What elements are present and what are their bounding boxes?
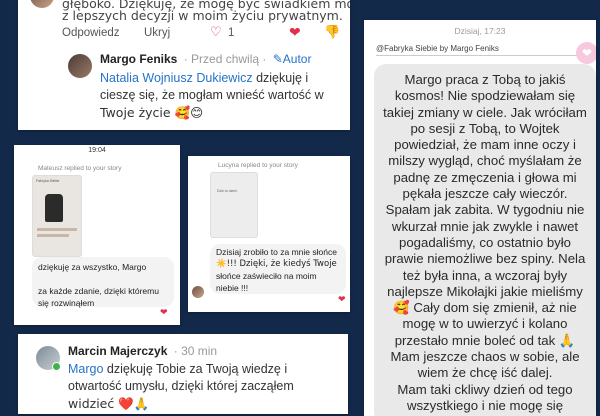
comment-text-part: otwartość umysłu, dzięki której zacząłem xyxy=(68,379,294,393)
message-body: Margo praca z Tobą to jakiś kosmos! Nie s… xyxy=(378,72,592,416)
story-header: Lucyna replied to your story xyxy=(218,162,298,169)
message-bubble: Dzisiaj zrobiło to za mnie słońce ☀️!!! … xyxy=(210,244,346,294)
message-timestamp: Dzisiaj, 17:23 xyxy=(454,26,506,36)
comment-card-bottom: Marcin Majerczyk · 30 min Margo dziękuję… xyxy=(18,334,348,414)
heart-icon[interactable]: ❤ xyxy=(338,294,346,305)
message-line: niebie !!! xyxy=(216,283,249,293)
message-line: się rozwinąłem xyxy=(38,298,95,308)
comment-actions: Odpowiedz Ukryj ♡ 1 ❤ 👎 xyxy=(62,24,342,44)
message-line: po sesji z Tobą, to Wojtek xyxy=(410,120,560,136)
message-line: za każde zdanie, dzięki któremu xyxy=(38,286,159,296)
reply-meta: · Przed chwilą · xyxy=(183,52,267,66)
message-line: mogę w to uwierzyć i kolano xyxy=(402,316,568,332)
dislike-icon[interactable]: 👎 xyxy=(324,24,340,40)
author-name[interactable]: Margo Feniks xyxy=(100,52,177,66)
comment-text-line: z lepszych decyzji w moim życiu prywatny… xyxy=(62,8,343,23)
mention-link[interactable]: Margo xyxy=(68,362,103,376)
hide-link[interactable]: Ukryj xyxy=(144,27,170,39)
heart-icon[interactable]: ♡ xyxy=(210,24,222,40)
message-line: najlepsze Mikołajki jakie mieliśmy xyxy=(387,283,583,299)
message-sender-header: @Fabryka Siebie by Margo Feniks xyxy=(376,44,580,56)
reply-text-part: Twoje życie 🥰😊 xyxy=(100,105,204,120)
message-line: 🥰 Cały dom się zmienił, aż nie xyxy=(393,300,577,316)
author-badge: ✎Autor xyxy=(273,52,312,66)
comment-card-top: głęboko. Dziękuję, że mogę być świadkiem… xyxy=(18,0,350,130)
reply-text-part: dziękuję i xyxy=(252,71,309,85)
message-line: wiem że chcę iść dalej. xyxy=(417,365,553,381)
reply-header: Margo Feniks · Przed chwilą · ✎Autor xyxy=(100,52,311,66)
story-thumb-title: Fabryka Siebie xyxy=(36,179,60,183)
message-line: takiej zmiany w ciele. Jak wróciłam xyxy=(383,104,587,120)
message-line: padnę ze zmęczenia i głowa mi xyxy=(393,169,577,185)
mention-link[interactable]: Natalia Wojniusz Dukiewicz xyxy=(100,71,253,85)
message-line: Dzisiaj zrobiło to za mnie słońce xyxy=(216,247,337,257)
person-photo xyxy=(45,194,63,222)
message-line: ☀️!!! Dzięki, że kiedyś Twoje xyxy=(216,259,337,269)
comment-text-part: dziękuję Tobie za Twoją wiedzę i xyxy=(103,362,288,376)
heart-filled-icon[interactable]: ❤ xyxy=(289,24,301,41)
message-bubble: dziękuję za wszystko, Margo za każde zda… xyxy=(32,257,174,308)
message-line: Mam jeszcze chaos w sobie, ale xyxy=(390,349,580,365)
avatar[interactable] xyxy=(192,286,204,298)
message-line: Spałam jak zabita. W tygodniu nie xyxy=(385,202,585,218)
message-line: pogadaliśmy, co ostatnio było xyxy=(398,234,572,250)
story-thumbnail[interactable]: Dziś to dzień xyxy=(210,172,258,238)
comment-text-part: widzieć ❤️🙏 xyxy=(68,396,150,411)
reply-link[interactable]: Odpowiedz xyxy=(62,27,120,39)
online-dot xyxy=(52,362,61,371)
message-line: wkurzał mnie jak zwykle i nawet xyxy=(391,218,579,234)
story-reply-card-left: 19:04 Mateusz replied to your story Fabr… xyxy=(14,145,180,325)
comment-header: Marcin Majerczyk · 30 min xyxy=(68,344,217,358)
message-line: Margo praca z Tobą to jakiś xyxy=(404,72,566,87)
author-name[interactable]: Marcin Majerczyk xyxy=(68,344,167,358)
story-thumb-text: Dziś to dzień xyxy=(217,189,238,193)
message-line: kosmos! Nie spodziewałam się xyxy=(394,88,576,104)
message-card-right: Dzisiaj, 17:23 @Fabryka Siebie by Margo … xyxy=(364,20,596,416)
message-line: słońce zaświeciło na moim xyxy=(216,271,317,281)
avatar[interactable] xyxy=(68,54,92,78)
story-reply-card-mid: Lucyna replied to your story Dziś to dzi… xyxy=(188,156,350,312)
story-header: Mateusz replied to your story xyxy=(38,165,122,172)
comment-meta: · 30 min xyxy=(173,344,218,358)
comment-text: Margo dziękuję Tobie za Twoją wiedzę i o… xyxy=(68,361,338,413)
message-bubble: Margo praca z Tobą to jakiś kosmos! Nie s… xyxy=(374,64,596,416)
message-line: Mam taki ckliwy dzień od tego xyxy=(397,381,573,397)
heart-icon: ❤ xyxy=(581,46,593,60)
message-line: milszy wygląd, choć myślałam że xyxy=(388,153,582,169)
message-line: też była inna, a wczoraj były xyxy=(402,267,568,283)
like-count: 1 xyxy=(228,27,235,39)
reply-text: Natalia Wojniusz Dukiewicz dziękuję i ci… xyxy=(100,70,340,122)
story-thumbnail[interactable]: Fabryka Siebie xyxy=(32,175,82,257)
pen-icon: ✎ xyxy=(272,52,283,66)
reply-text-part: cieszę się, że mogłam wnieść wartość w xyxy=(100,88,324,102)
sender-handle[interactable]: @Fabryka Siebie by Margo Feniks xyxy=(376,44,499,53)
story-thumb-strip xyxy=(37,228,77,231)
message-line: przestało mnie boleć od tak 🙏 xyxy=(394,332,576,348)
status-time: 19:04 xyxy=(88,147,106,154)
story-thumb-strip xyxy=(37,234,69,237)
author-badge-label: Autor xyxy=(282,52,312,66)
message-line: dziękuję za wszystko, Margo xyxy=(38,262,147,272)
heart-icon[interactable]: ❤ xyxy=(160,307,168,318)
message-line: wszystkiego i nie mogę się xyxy=(406,397,564,413)
message-line: powiedział, że mam inne oczy i xyxy=(394,137,576,153)
message-line: pękała jeszcze cały wieczór. xyxy=(402,186,568,202)
avatar[interactable] xyxy=(30,0,54,8)
heart-react-button[interactable]: ❤ xyxy=(576,42,596,64)
message-line: prawie niemożliwe bez spiny. Nela xyxy=(384,251,586,267)
